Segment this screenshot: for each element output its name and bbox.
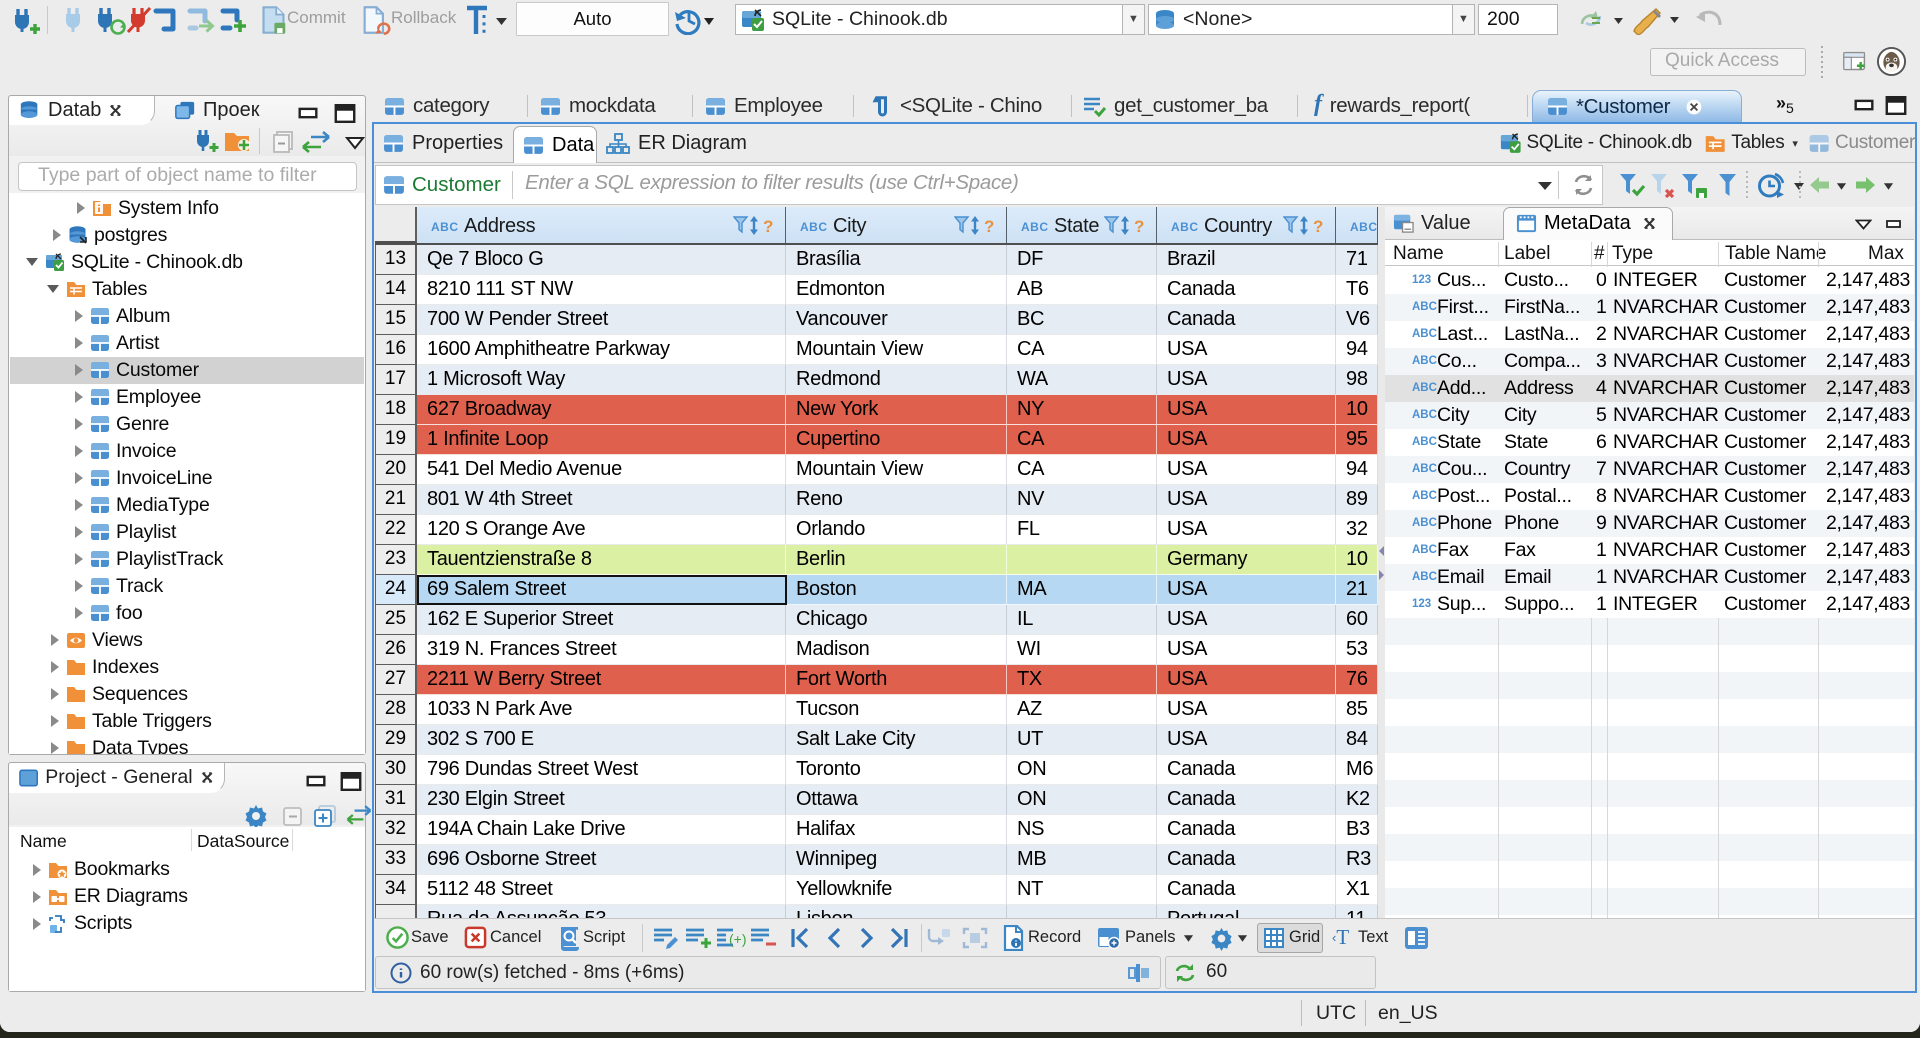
svg-text:?: ? [1313, 217, 1323, 236]
svg-text:(+): (+) [729, 931, 746, 947]
svg-text:?: ? [1134, 217, 1144, 236]
svg-text:?: ? [763, 217, 773, 236]
svg-text:?: ? [984, 217, 994, 236]
